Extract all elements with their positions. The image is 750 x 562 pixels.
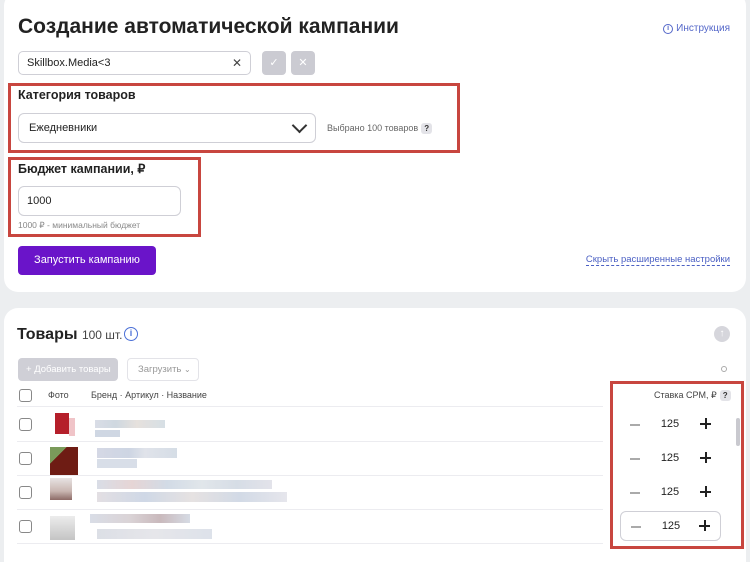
product-info-blurred bbox=[95, 420, 165, 428]
run-campaign-button[interactable]: Запустить кампанию bbox=[18, 246, 156, 275]
upload-label: Загрузить bbox=[138, 364, 182, 375]
row-divider bbox=[17, 509, 603, 510]
plus-icon: + bbox=[26, 364, 32, 375]
products-title: Товары 100 шт. bbox=[17, 326, 122, 344]
column-photo: Фото bbox=[48, 390, 69, 400]
product-photo[interactable] bbox=[50, 447, 78, 475]
row-divider bbox=[17, 406, 603, 407]
instruction-link[interactable]: i Инструкция bbox=[663, 23, 730, 34]
info-icon[interactable]: i bbox=[124, 327, 138, 341]
cpm-highlight-frame bbox=[610, 381, 744, 549]
products-count: 100 шт. bbox=[81, 328, 123, 342]
category-highlight-frame bbox=[8, 83, 460, 153]
clear-icon[interactable]: ✕ bbox=[232, 56, 242, 70]
row-checkbox[interactable] bbox=[19, 486, 32, 499]
chevron-down-icon: ⌄ bbox=[184, 365, 191, 374]
product-photo[interactable] bbox=[55, 413, 69, 434]
search-icon[interactable] bbox=[721, 366, 727, 372]
products-title-label: Товары bbox=[17, 326, 78, 343]
row-checkbox[interactable] bbox=[19, 520, 32, 533]
upload-button[interactable]: Загрузить ⌄ bbox=[127, 358, 199, 381]
page-title: Создание автоматической кампании bbox=[18, 15, 399, 38]
product-info-blurred bbox=[90, 514, 190, 523]
instruction-link-label: Инструкция bbox=[676, 23, 730, 34]
product-info-blurred bbox=[97, 529, 212, 539]
row-divider bbox=[17, 441, 603, 442]
cancel-name-button[interactable]: ✕ bbox=[291, 51, 315, 75]
row-divider bbox=[17, 543, 603, 544]
select-all-checkbox[interactable] bbox=[19, 389, 32, 402]
product-info-blurred bbox=[97, 459, 137, 468]
add-products-button[interactable]: + Добавить товары bbox=[18, 358, 118, 381]
hide-advanced-settings-link[interactable]: Скрыть расширенные настройки bbox=[585, 254, 730, 266]
product-photo[interactable] bbox=[50, 516, 75, 540]
budget-highlight-frame bbox=[8, 157, 201, 237]
confirm-name-button[interactable]: ✓ bbox=[262, 51, 286, 75]
row-checkbox[interactable] bbox=[19, 452, 32, 465]
campaign-name-input[interactable]: Skillbox.Media<3 ✕ bbox=[18, 51, 251, 75]
product-info-blurred bbox=[97, 480, 272, 489]
product-info-blurred bbox=[97, 448, 177, 458]
scroll-up-button[interactable]: ↑ bbox=[714, 326, 730, 342]
column-brand-article-name: Бренд · Артикул · Название bbox=[91, 390, 207, 400]
campaign-name-value: Skillbox.Media<3 bbox=[27, 57, 111, 69]
row-divider bbox=[17, 475, 603, 476]
row-checkbox[interactable] bbox=[19, 418, 32, 431]
product-info-blurred bbox=[97, 492, 287, 502]
info-icon: i bbox=[663, 23, 674, 34]
product-photo[interactable] bbox=[50, 478, 72, 500]
product-info-blurred bbox=[95, 430, 120, 437]
add-products-label: Добавить товары bbox=[34, 364, 111, 375]
product-photo-edge bbox=[69, 418, 75, 436]
